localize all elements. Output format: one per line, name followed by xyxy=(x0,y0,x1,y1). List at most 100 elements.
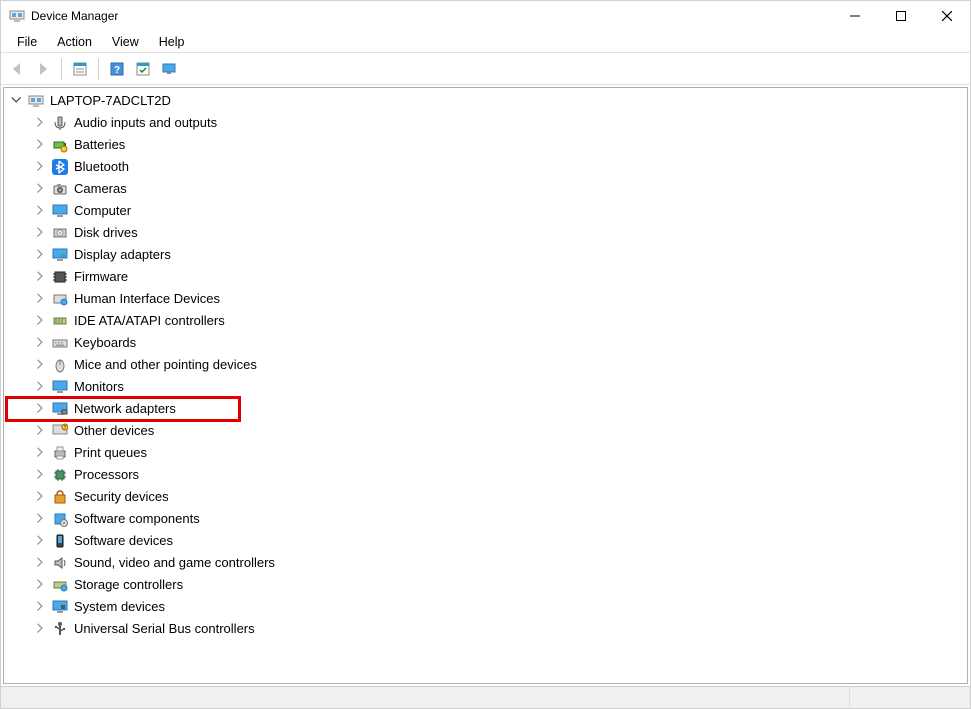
tree-item-label: Batteries xyxy=(72,134,127,156)
computer-icon xyxy=(52,203,68,219)
chevron-right-icon[interactable] xyxy=(34,424,48,438)
tree-item-label: Keyboards xyxy=(72,332,138,354)
chevron-right-icon[interactable] xyxy=(34,204,48,218)
window-title: Device Manager xyxy=(31,9,118,23)
tree-item-label: Human Interface Devices xyxy=(72,288,222,310)
chevron-right-icon[interactable] xyxy=(34,534,48,548)
tree-item[interactable]: Cameras xyxy=(8,178,963,200)
printer-icon xyxy=(52,445,68,461)
tree-item[interactable]: Processors xyxy=(8,464,963,486)
tree-item-label: Network adapters xyxy=(72,398,178,420)
menu-view[interactable]: View xyxy=(102,33,149,51)
tree-root-label: LAPTOP-7ADCLT2D xyxy=(48,90,173,112)
tree-item[interactable]: Firmware xyxy=(8,266,963,288)
chevron-right-icon[interactable] xyxy=(34,402,48,416)
tree-item[interactable]: Sound, video and game controllers xyxy=(8,552,963,574)
software-icon xyxy=(52,511,68,527)
chevron-right-icon[interactable] xyxy=(34,138,48,152)
tree-item[interactable]: Storage controllers xyxy=(8,574,963,596)
tree-item-label: Monitors xyxy=(72,376,126,398)
maximize-button[interactable] xyxy=(878,1,924,31)
toolbar-properties-button[interactable] xyxy=(68,57,92,81)
tree-item[interactable]: Batteries xyxy=(8,134,963,156)
tree-item-label: Disk drives xyxy=(72,222,140,244)
tree-item[interactable]: Keyboards xyxy=(8,332,963,354)
tree-item[interactable]: Audio inputs and outputs xyxy=(8,112,963,134)
tree-item[interactable]: IDE ATA/ATAPI controllers xyxy=(8,310,963,332)
chevron-right-icon[interactable] xyxy=(34,182,48,196)
tree-item[interactable]: Human Interface Devices xyxy=(8,288,963,310)
tree-item-label: Storage controllers xyxy=(72,574,185,596)
toolbar: ? xyxy=(1,53,970,85)
usb-icon xyxy=(52,621,68,637)
tree-item-label: IDE ATA/ATAPI controllers xyxy=(72,310,227,332)
chevron-right-icon[interactable] xyxy=(34,226,48,240)
tree-item[interactable]: Print queues xyxy=(8,442,963,464)
chevron-right-icon[interactable] xyxy=(34,578,48,592)
chevron-right-icon[interactable] xyxy=(34,358,48,372)
statusbar-cell xyxy=(850,687,970,708)
other-icon xyxy=(52,423,68,439)
tree-item-label: Software components xyxy=(72,508,202,530)
bluetooth-icon xyxy=(52,159,68,175)
menu-file[interactable]: File xyxy=(7,33,47,51)
tree-item[interactable]: Computer xyxy=(8,200,963,222)
toolbar-scan-button[interactable] xyxy=(131,57,155,81)
battery-icon xyxy=(52,137,68,153)
tree-item[interactable]: Display adapters xyxy=(8,244,963,266)
display-icon xyxy=(52,247,68,263)
chevron-right-icon[interactable] xyxy=(34,490,48,504)
tree-item-label: Bluetooth xyxy=(72,156,131,178)
tree-item[interactable]: System devices xyxy=(8,596,963,618)
chevron-right-icon[interactable] xyxy=(34,336,48,350)
security-icon xyxy=(52,489,68,505)
tree-item[interactable]: Software devices xyxy=(8,530,963,552)
tree-item[interactable]: Mice and other pointing devices xyxy=(8,354,963,376)
tree-item[interactable]: Universal Serial Bus controllers xyxy=(8,618,963,640)
chevron-right-icon[interactable] xyxy=(34,446,48,460)
audio-icon xyxy=(52,115,68,131)
chevron-right-icon[interactable] xyxy=(34,248,48,262)
tree-item[interactable]: Security devices xyxy=(8,486,963,508)
close-button[interactable] xyxy=(924,1,970,31)
chevron-right-icon[interactable] xyxy=(34,292,48,306)
toolbar-separator xyxy=(98,58,99,80)
tree-item-label: Print queues xyxy=(72,442,149,464)
chevron-right-icon[interactable] xyxy=(34,270,48,284)
toolbar-forward-button[interactable] xyxy=(31,57,55,81)
tree-item[interactable]: Disk drives xyxy=(8,222,963,244)
tree-item-label: Software devices xyxy=(72,530,175,552)
toolbar-back-button[interactable] xyxy=(5,57,29,81)
tree-item[interactable]: Software components xyxy=(8,508,963,530)
toolbar-separator xyxy=(61,58,62,80)
chevron-right-icon[interactable] xyxy=(34,380,48,394)
tree-item[interactable]: Monitors xyxy=(8,376,963,398)
menu-action[interactable]: Action xyxy=(47,33,102,51)
toolbar-help-button[interactable]: ? xyxy=(105,57,129,81)
chevron-right-icon[interactable] xyxy=(34,116,48,130)
tree-item-label: Firmware xyxy=(72,266,130,288)
chevron-down-icon[interactable] xyxy=(10,94,24,108)
chevron-right-icon[interactable] xyxy=(34,160,48,174)
statusbar xyxy=(1,686,970,708)
menu-help[interactable]: Help xyxy=(149,33,195,51)
tree-item-label: Cameras xyxy=(72,178,129,200)
tree-root-node[interactable]: LAPTOP-7ADCLT2D xyxy=(8,90,963,112)
tree-item-label: Sound, video and game controllers xyxy=(72,552,277,574)
tree-item[interactable]: Bluetooth xyxy=(8,156,963,178)
minimize-button[interactable] xyxy=(832,1,878,31)
tree-view[interactable]: LAPTOP-7ADCLT2DAudio inputs and outputsB… xyxy=(3,87,968,684)
chevron-right-icon[interactable] xyxy=(34,314,48,328)
menubar: File Action View Help xyxy=(1,31,970,53)
chevron-right-icon[interactable] xyxy=(34,600,48,614)
tree-item-label: Universal Serial Bus controllers xyxy=(72,618,257,640)
tree-item[interactable]: Other devices xyxy=(8,420,963,442)
tree-item[interactable]: Network adapters xyxy=(8,398,963,420)
chevron-right-icon[interactable] xyxy=(34,622,48,636)
chevron-right-icon[interactable] xyxy=(34,556,48,570)
chevron-right-icon[interactable] xyxy=(34,468,48,482)
toolbar-device-button[interactable] xyxy=(157,57,181,81)
chevron-right-icon[interactable] xyxy=(34,512,48,526)
cpu-icon xyxy=(52,467,68,483)
monitor-icon xyxy=(52,379,68,395)
